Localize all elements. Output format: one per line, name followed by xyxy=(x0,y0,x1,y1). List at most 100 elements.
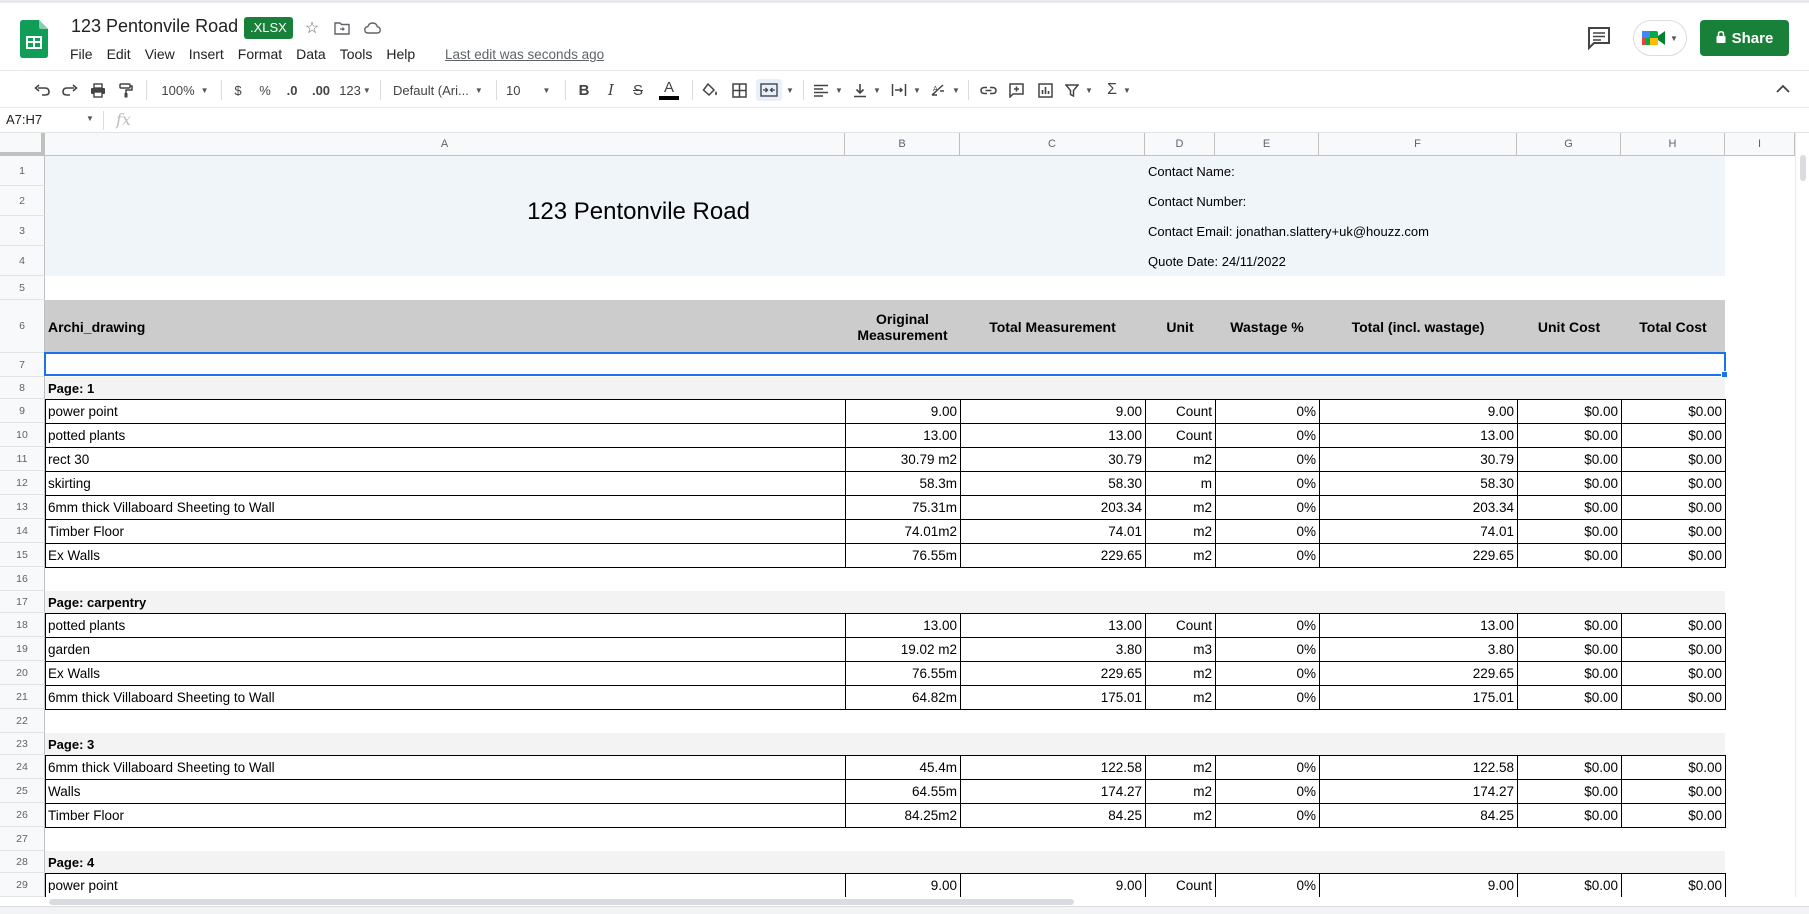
row-header-19[interactable]: 19 xyxy=(0,637,45,661)
table-cell[interactable]: $0.00 xyxy=(1517,543,1621,567)
text-color-button[interactable]: A xyxy=(658,79,680,101)
row-header-16[interactable]: 16 xyxy=(0,567,45,591)
name-box[interactable]: A7:H7 xyxy=(6,112,96,127)
column-header-g[interactable]: G xyxy=(1517,133,1621,156)
column-header-f[interactable]: F xyxy=(1319,133,1517,156)
row-header-24[interactable]: 24 xyxy=(0,755,45,779)
table-cell[interactable]: 75.31m xyxy=(845,495,960,519)
row-header-26[interactable]: 26 xyxy=(0,803,45,827)
table-cell[interactable]: $0.00 xyxy=(1517,471,1621,495)
table-cell[interactable]: 175.01 xyxy=(1319,685,1517,709)
cloud-status-icon[interactable] xyxy=(361,17,383,39)
row-header-23[interactable]: 23 xyxy=(0,733,45,755)
row-header-4[interactable]: 4 xyxy=(0,246,45,276)
table-cell[interactable]: m xyxy=(1145,471,1215,495)
filter-icon[interactable]: ▼ xyxy=(1062,79,1096,101)
table-cell[interactable]: 6mm thick Villaboard Sheeting to Wall xyxy=(45,495,845,519)
table-cell[interactable]: 0% xyxy=(1215,637,1319,661)
table-cell[interactable]: m2 xyxy=(1145,543,1215,567)
table-cell[interactable]: $0.00 xyxy=(1621,495,1725,519)
column-title-f[interactable]: Total (incl. wastage) xyxy=(1319,300,1517,353)
table-cell[interactable]: m2 xyxy=(1145,755,1215,779)
italic-button[interactable]: I xyxy=(603,79,619,101)
table-cell[interactable]: $0.00 xyxy=(1621,447,1725,471)
table-cell[interactable]: 229.65 xyxy=(960,543,1145,567)
column-header-c[interactable]: C xyxy=(960,133,1145,156)
table-cell[interactable]: $0.00 xyxy=(1621,637,1725,661)
table-cell[interactable]: $0.00 xyxy=(1517,495,1621,519)
percent-format-button[interactable]: % xyxy=(257,79,273,101)
table-cell[interactable]: 84.25 xyxy=(960,803,1145,827)
table-cell[interactable]: 13.00 xyxy=(1319,423,1517,447)
menu-format[interactable]: Format xyxy=(238,46,289,62)
table-cell[interactable]: 13.00 xyxy=(845,423,960,447)
table-cell[interactable]: 84.25 xyxy=(1319,803,1517,827)
table-cell[interactable]: 9.00 xyxy=(960,399,1145,423)
column-header-d[interactable]: D xyxy=(1145,133,1215,156)
table-cell[interactable]: $0.00 xyxy=(1517,873,1621,897)
text-rotation-icon[interactable]: A ▼ xyxy=(929,79,961,101)
menu-help[interactable]: Help xyxy=(386,46,422,62)
table-cell[interactable]: 229.65 xyxy=(1319,661,1517,685)
undo-icon[interactable] xyxy=(32,79,52,101)
table-cell[interactable]: $0.00 xyxy=(1517,613,1621,637)
row-header-22[interactable]: 22 xyxy=(0,709,45,733)
menu-view[interactable]: View xyxy=(145,46,182,62)
table-cell[interactable]: 9.00 xyxy=(960,873,1145,897)
move-folder-icon[interactable] xyxy=(331,17,353,39)
row-header-13[interactable]: 13 xyxy=(0,495,45,519)
column-title-d[interactable]: Unit xyxy=(1145,300,1215,353)
row-header-18[interactable]: 18 xyxy=(0,613,45,637)
table-cell[interactable]: $0.00 xyxy=(1621,399,1725,423)
column-title-c[interactable]: Total Measurement xyxy=(960,300,1145,353)
zoom-select[interactable]: 100% ▼ xyxy=(158,79,212,101)
star-icon[interactable]: ☆ xyxy=(301,17,323,39)
table-cell[interactable]: 13.00 xyxy=(1319,613,1517,637)
contact-number[interactable]: Contact Number: xyxy=(1145,186,1645,216)
table-cell[interactable]: rect 30 xyxy=(45,447,845,471)
table-cell[interactable]: 0% xyxy=(1215,613,1319,637)
table-cell[interactable]: Count xyxy=(1145,399,1215,423)
table-cell[interactable]: 64.55m xyxy=(845,779,960,803)
table-cell[interactable]: 13.00 xyxy=(960,613,1145,637)
spreadsheet-grid[interactable]: ABCDEFGHI 1 2 3 4 5 6 7 8 9 10 11 12 13 14 15 16 17 18 19 2… xyxy=(0,133,1795,897)
table-cell[interactable]: 203.34 xyxy=(960,495,1145,519)
merge-cells-icon[interactable] xyxy=(756,79,782,101)
table-cell[interactable]: Count xyxy=(1145,873,1215,897)
row-header-2[interactable]: 2 xyxy=(0,186,45,216)
table-cell[interactable]: $0.00 xyxy=(1621,755,1725,779)
table-cell[interactable]: Ex Walls xyxy=(45,543,845,567)
table-cell[interactable]: $0.00 xyxy=(1621,519,1725,543)
column-header-a[interactable]: A xyxy=(45,133,845,156)
menu-data[interactable]: Data xyxy=(296,46,333,62)
table-cell[interactable]: $0.00 xyxy=(1621,803,1725,827)
table-cell[interactable]: 9.00 xyxy=(1319,399,1517,423)
table-cell[interactable]: 58.30 xyxy=(960,471,1145,495)
meet-button[interactable]: ▼ xyxy=(1633,20,1687,56)
horizontal-align-icon[interactable]: ▼ xyxy=(812,79,844,101)
contact-email[interactable]: Contact Email: jonathan.slattery+uk@houz… xyxy=(1145,216,1645,246)
row-header-25[interactable]: 25 xyxy=(0,779,45,803)
table-cell[interactable]: 0% xyxy=(1215,685,1319,709)
table-cell[interactable]: 74.01m2 xyxy=(845,519,960,543)
table-cell[interactable]: m2 xyxy=(1145,519,1215,543)
row-header-17[interactable]: 17 xyxy=(0,591,45,613)
table-cell[interactable]: 0% xyxy=(1215,543,1319,567)
column-title-a[interactable]: Archi_drawing xyxy=(45,300,845,353)
table-cell[interactable]: 229.65 xyxy=(960,661,1145,685)
quote-date[interactable]: Quote Date: 24/11/2022 xyxy=(1145,246,1645,276)
column-title-e[interactable]: Wastage % xyxy=(1215,300,1319,353)
table-cell[interactable]: Count xyxy=(1145,613,1215,637)
column-title-b[interactable]: Original Measurement xyxy=(845,300,960,353)
table-cell[interactable]: $0.00 xyxy=(1517,399,1621,423)
table-cell[interactable]: 0% xyxy=(1215,423,1319,447)
table-cell[interactable]: $0.00 xyxy=(1621,779,1725,803)
table-cell[interactable]: $0.00 xyxy=(1517,685,1621,709)
table-cell[interactable]: 6mm thick Villaboard Sheeting to Wall xyxy=(45,755,845,779)
horizontal-scrollbar[interactable] xyxy=(45,897,1795,906)
table-cell[interactable]: 174.27 xyxy=(960,779,1145,803)
column-header-h[interactable]: H xyxy=(1621,133,1725,156)
table-cell[interactable]: $0.00 xyxy=(1517,755,1621,779)
table-cell[interactable]: m2 xyxy=(1145,779,1215,803)
column-title-g[interactable]: Unit Cost xyxy=(1517,300,1621,353)
